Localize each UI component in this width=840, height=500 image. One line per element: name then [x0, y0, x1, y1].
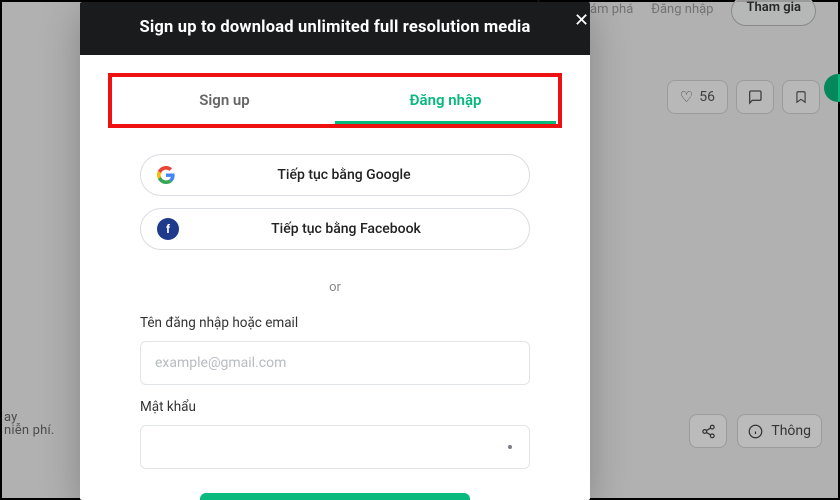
- tabs-highlight-box: Sign up Đăng nhập: [108, 73, 562, 128]
- tab-login[interactable]: Đăng nhập: [335, 81, 556, 124]
- google-icon: [157, 166, 175, 184]
- close-icon[interactable]: ✕: [574, 10, 589, 31]
- username-input[interactable]: [140, 341, 530, 385]
- username-label: Tên đăng nhập hoặc email: [140, 315, 530, 331]
- facebook-login-label: Tiếp tục bằng Facebook: [179, 221, 513, 237]
- auth-tabs: Sign up Đăng nhập: [114, 81, 556, 124]
- google-login-label: Tiếp tục bằng Google: [175, 167, 513, 183]
- password-input[interactable]: [140, 425, 530, 469]
- password-label: Mật khẩu: [140, 399, 530, 415]
- modal-body: Sign up Đăng nhập Tiếp tục bằng Google f…: [80, 55, 590, 500]
- or-divider: or: [329, 280, 341, 295]
- facebook-icon: f: [157, 218, 179, 240]
- google-login-button[interactable]: Tiếp tục bằng Google: [140, 154, 530, 196]
- auth-modal: Sign up to download unlimited full resol…: [80, 2, 590, 500]
- facebook-login-button[interactable]: f Tiếp tục bằng Facebook: [140, 208, 530, 250]
- oauth-section: Tiếp tục bằng Google f Tiếp tục bằng Fac…: [140, 154, 530, 301]
- eye-icon[interactable]: [502, 439, 518, 455]
- modal-title: Sign up to download unlimited full resol…: [80, 2, 590, 55]
- tab-signup[interactable]: Sign up: [114, 81, 335, 124]
- login-form: Tên đăng nhập hoặc email Mật khẩu: [140, 315, 530, 500]
- submit-button[interactable]: [200, 493, 470, 500]
